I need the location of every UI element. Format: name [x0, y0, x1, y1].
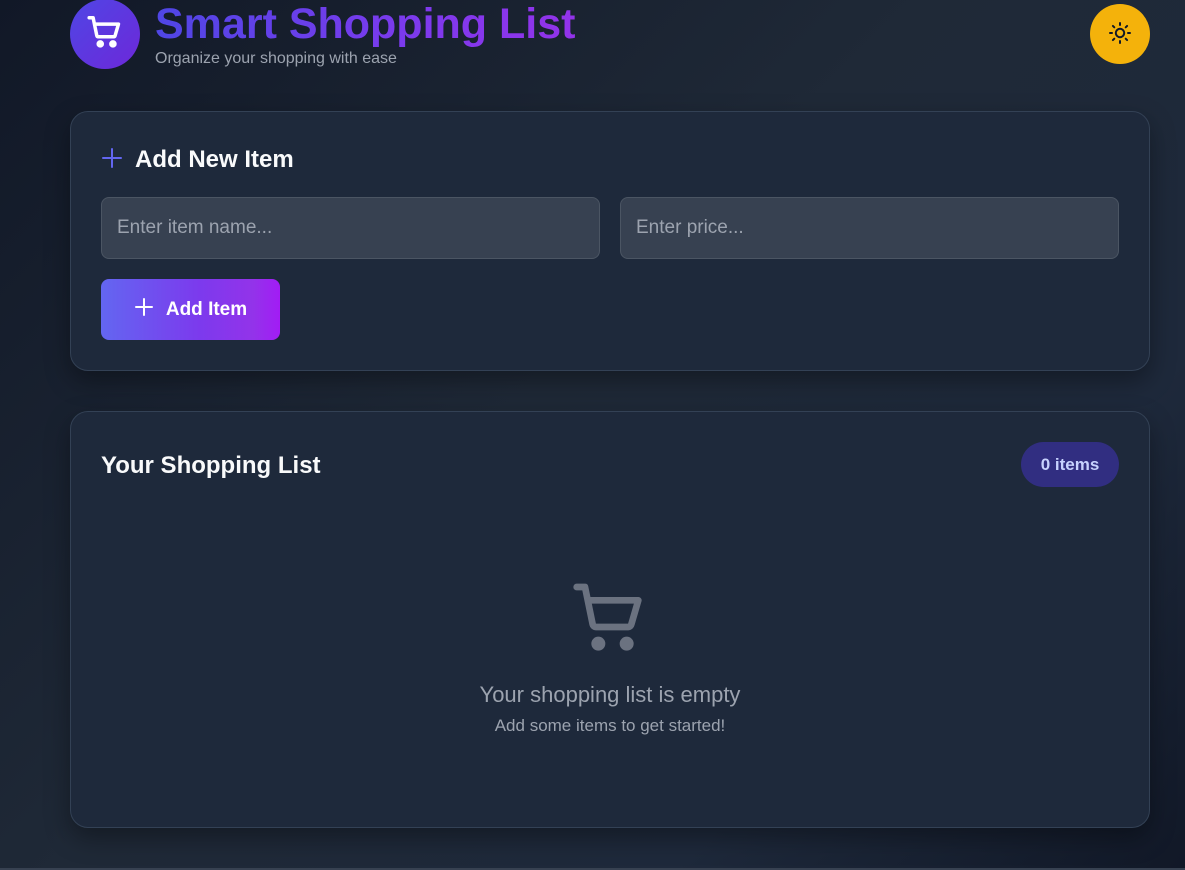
empty-state-title: Your shopping list is empty [479, 682, 741, 707]
shopping-list-title: Your Shopping List [101, 452, 321, 479]
app-title: Smart Shopping List [155, 0, 576, 48]
app-subtitle: Organize your shopping with ease [155, 50, 397, 67]
add-item-button-label: Add Item [165, 298, 248, 320]
empty-state-subtitle: Add some items to get started! [494, 716, 726, 735]
empty-state: Your shopping list is empty Add some ite… [71, 577, 1149, 736]
theme-toggle-button[interactable] [1090, 4, 1150, 64]
item-count-badge: 0 items [1021, 442, 1119, 487]
item-price-input[interactable] [620, 197, 1119, 259]
sun-icon [1108, 21, 1132, 48]
add-item-heading-text: Add New Item [135, 146, 294, 173]
add-item-button[interactable]: Add Item [101, 279, 280, 340]
app-logo [70, 0, 140, 69]
app-header: Smart Shopping List Organize your shoppi… [70, 0, 1150, 75]
plus-icon [134, 297, 154, 323]
add-item-card: Add New Item Add Item [70, 111, 1150, 371]
item-name-input[interactable] [101, 197, 600, 259]
shopping-cart-icon [86, 13, 124, 56]
add-item-heading: Add New Item [101, 146, 294, 174]
plus-icon [101, 147, 123, 174]
shopping-list-card: Your Shopping List 0 items Your shopping… [70, 411, 1150, 828]
shopping-cart-icon [570, 577, 650, 662]
